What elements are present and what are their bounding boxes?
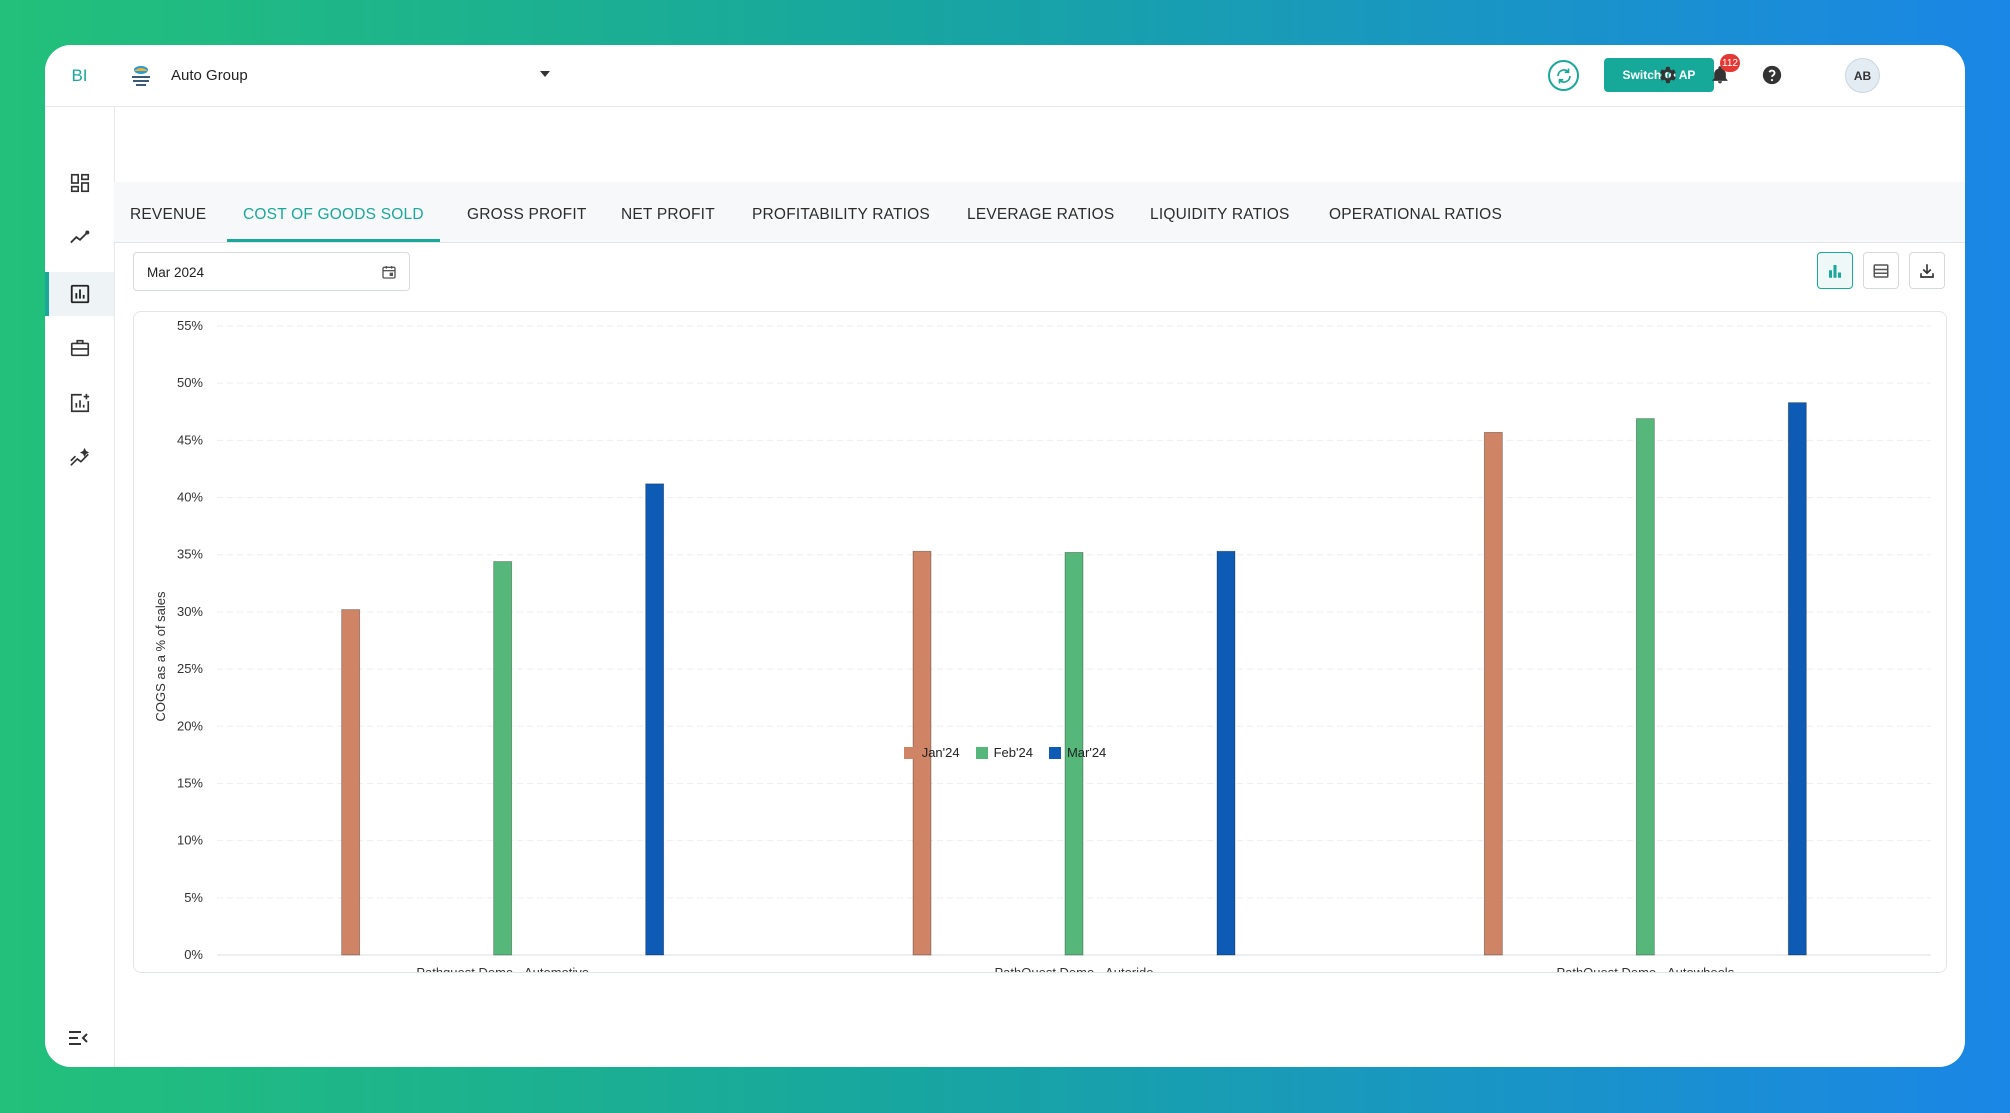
report-tabs: REVENUE COST OF GOODS SOLD GROSS PROFIT … [114, 182, 1965, 243]
organization-logo [132, 66, 150, 86]
sync-button[interactable] [1548, 60, 1579, 91]
y-tick-label: 5% [184, 890, 203, 905]
briefcase-icon [70, 339, 89, 357]
help-icon [1762, 65, 1782, 85]
refresh-icon [1556, 68, 1571, 83]
sidebar: BI [45, 45, 115, 1067]
collapse-menu-icon [69, 1031, 88, 1045]
y-tick-label: 0% [184, 947, 203, 962]
sidebar-item-portfolio[interactable] [45, 326, 114, 370]
notifications-button[interactable]: 112 [1707, 54, 1740, 88]
table-icon [1873, 263, 1889, 278]
sidebar-item-insights[interactable] [45, 436, 114, 480]
app-logo[interactable]: BI [45, 45, 114, 107]
bar [1787, 402, 1807, 956]
sparkle-chart-icon [69, 447, 89, 466]
sidebar-item-dashboard[interactable] [45, 161, 114, 205]
chart-legend: Jan'24 Feb'24 Mar'24 [45, 745, 1965, 760]
legend-item[interactable]: Feb'24 [975, 745, 1033, 760]
y-tick-label: 45% [177, 432, 203, 447]
tab-liquidity-ratios[interactable]: LIQUIDITY RATIOS [1150, 182, 1290, 242]
x-category-label: Pathquest Demo - Automotive [416, 965, 589, 972]
tab-net-profit[interactable]: NET PROFIT [621, 182, 715, 242]
legend-swatch [903, 746, 916, 759]
tab-revenue[interactable]: REVENUE [130, 182, 206, 242]
bar [1635, 418, 1655, 956]
x-category-label: PathQuest Demo - Autowheels [1556, 965, 1734, 972]
dashboard-icon [70, 173, 89, 193]
y-tick-label: 30% [177, 604, 203, 619]
bar [341, 609, 361, 956]
y-tick-label: 10% [177, 833, 203, 848]
gear-icon [1660, 66, 1676, 84]
sidebar-item-reports[interactable] [45, 272, 114, 316]
legend-item[interactable]: Mar'24 [1048, 745, 1107, 760]
organization-name: Auto Group [171, 67, 248, 84]
y-tick-label: 15% [177, 775, 203, 790]
y-tick-label: 25% [177, 661, 203, 676]
x-category-label: PathQuest Demo - Autoride [995, 965, 1154, 972]
bar [1483, 431, 1503, 956]
chevron-down-icon[interactable] [539, 70, 551, 78]
app-window: BI Auto Group Switch to AP 112 AB REVENU… [45, 45, 1965, 1067]
sidebar-item-trends[interactable] [45, 216, 114, 260]
user-avatar[interactable]: AB [1845, 58, 1880, 93]
legend-item[interactable]: Jan'24 [903, 745, 960, 760]
cogs-chart-card: 0% 5% 10% 15% 20% 25% 30% 35% 40% 45% 50% 55% COGS a… [133, 311, 1947, 973]
legend-swatch [975, 746, 988, 759]
add-chart-icon [70, 393, 89, 413]
calendar-icon[interactable] [381, 264, 397, 280]
tab-gross-profit[interactable]: GROSS PROFIT [467, 182, 587, 242]
trend-line-icon [69, 230, 89, 244]
sidebar-item-add-report[interactable] [45, 381, 114, 425]
tab-profitability-ratios[interactable]: PROFITABILITY RATIOS [752, 182, 930, 242]
legend-label: Mar'24 [1066, 745, 1107, 760]
top-bar: Auto Group Switch to AP 112 AB [114, 45, 1965, 107]
bar [645, 483, 665, 956]
tab-leverage-ratios[interactable]: LEVERAGE RATIOS [967, 182, 1114, 242]
y-tick-label: 35% [177, 547, 203, 562]
y-tick-label: 40% [177, 490, 203, 505]
table-view-button[interactable] [1863, 252, 1899, 289]
settings-button[interactable] [1654, 62, 1680, 88]
collapse-sidebar-button[interactable] [65, 1027, 91, 1049]
tab-operational-ratios[interactable]: OPERATIONAL RATIOS [1329, 182, 1502, 242]
chart-view-button[interactable] [1817, 252, 1853, 289]
y-tick-label: 55% [177, 318, 203, 333]
notification-count-badge: 112 [1720, 54, 1740, 72]
legend-swatch [1048, 746, 1061, 759]
legend-label: Feb'24 [993, 745, 1033, 760]
month-picker[interactable]: Mar 2024 [133, 252, 410, 291]
download-icon [1920, 263, 1934, 278]
y-tick-label: 20% [177, 718, 203, 733]
download-button[interactable] [1909, 252, 1945, 289]
help-button[interactable] [1759, 62, 1785, 88]
tab-cost-of-goods-sold[interactable]: COST OF GOODS SOLD [227, 182, 440, 242]
cogs-bar-chart: 0% 5% 10% 15% 20% 25% 30% 35% 40% 45% 50% 55% COGS a… [153, 318, 1931, 972]
y-tick-label: 50% [177, 375, 203, 390]
legend-label: Jan'24 [921, 745, 960, 760]
month-picker-value: Mar 2024 [147, 265, 205, 280]
bar-chart-icon [1829, 264, 1841, 278]
y-axis-label: COGS as a % of sales [153, 591, 168, 722]
bar-chart-icon [70, 284, 89, 304]
